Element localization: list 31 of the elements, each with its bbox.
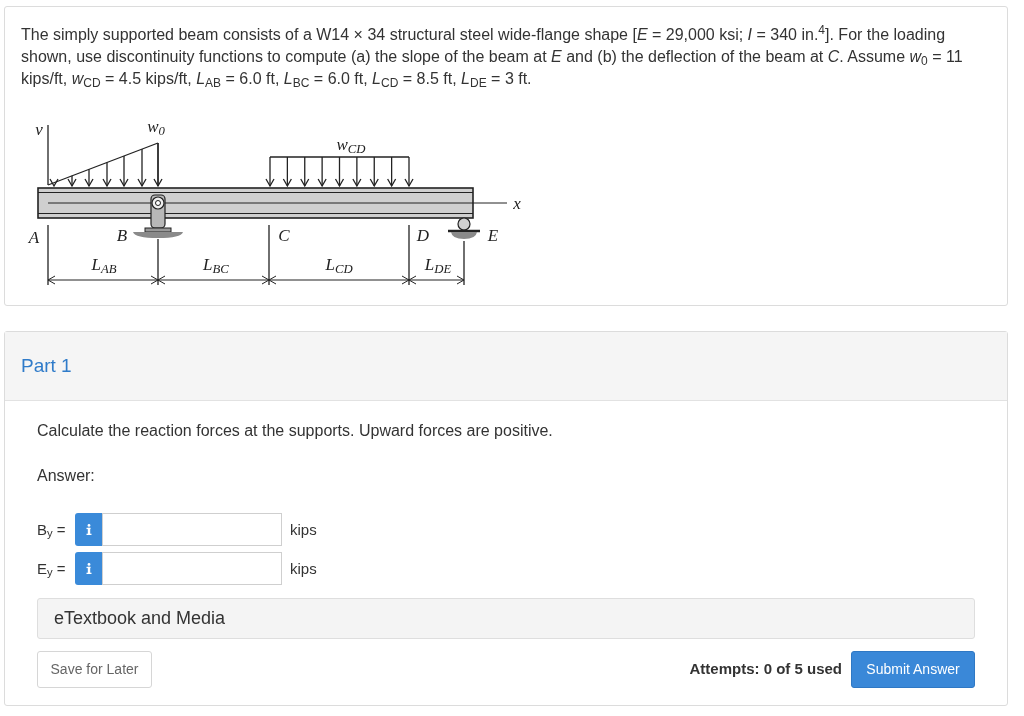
unit-label: kips xyxy=(290,558,317,579)
point-label: C xyxy=(278,227,290,245)
answer-field[interactable] xyxy=(102,513,282,546)
answer-label: Answer: xyxy=(37,466,96,486)
axis-label: x xyxy=(513,195,521,213)
point-label: D xyxy=(416,227,430,245)
info-icon xyxy=(85,524,92,535)
span-label: L$_{DE}$ xyxy=(424,256,452,274)
point-label: A xyxy=(28,229,40,247)
span-label: L$_{BC}$ xyxy=(203,256,229,274)
axis-label: v xyxy=(35,121,43,139)
submit-button[interactable]: Submit Answer xyxy=(851,651,975,688)
variable-label: B$_{y}$ = xyxy=(37,519,67,540)
point-label: B xyxy=(116,227,128,245)
variable-label: E$_{y}$ = xyxy=(37,558,67,579)
problem-text: The simply supported beam consists of a W14 × 34 structural steel wide-flange shape [E = 29,000 ksi; I = 340 in.$^{4}$]. For the loading shown, use discontinuity functions to compute (a) the slope of the beam at E and (b) the deflection of the beam at C. Assume w$_{0}$ = 11 kips/ft, w$_{CD}$ = 4.5 kips/ft, L$_{AB}$ = 6.0 ft, L$_{BC}$ = 6.0 ft, L$_{CD}$ = 8.5 ft, L$_{DE}$ = 3 ft. xyxy=(21,24,964,90)
load-label: w$_{CD}$ xyxy=(336,136,366,154)
answer-field[interactable] xyxy=(102,552,282,585)
point-label: E xyxy=(487,227,499,245)
info-button[interactable] xyxy=(75,513,102,546)
span-label: L$_{CD}$ xyxy=(325,256,353,274)
instruction-text: Calculate the reaction forces at the supports. Upward forces are positive. xyxy=(37,421,554,441)
attempts-text: Attempts: 0 of 5 used xyxy=(689,659,842,680)
span-label: L$_{AB}$ xyxy=(91,256,117,274)
part-title: Part 1 xyxy=(21,354,72,378)
unit-label: kips xyxy=(290,519,317,540)
save-button[interactable]: Save for Later xyxy=(37,651,152,688)
info-button[interactable] xyxy=(75,552,102,585)
info-icon xyxy=(85,563,92,574)
resources-toggle[interactable]: eTextbook and Media xyxy=(37,598,975,639)
load-label: w$_{0}$ xyxy=(147,118,165,136)
